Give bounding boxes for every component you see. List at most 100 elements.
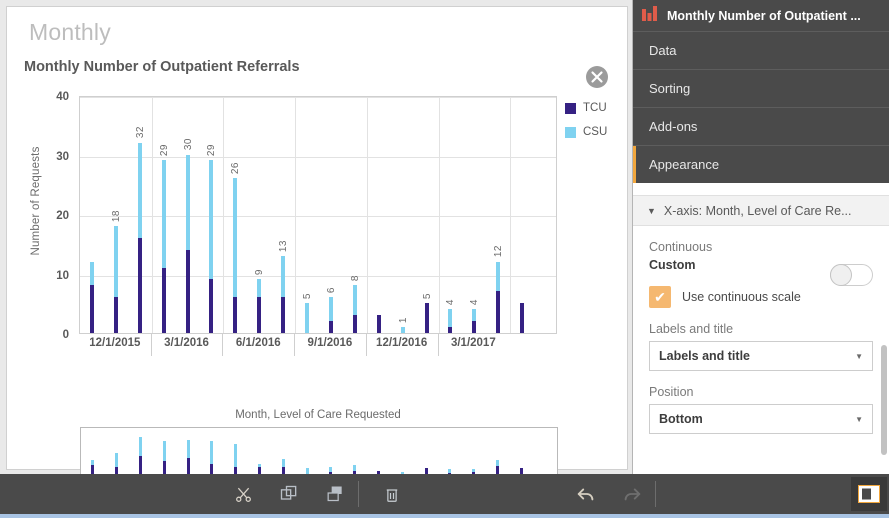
position-select[interactable]: Bottom ▼	[649, 404, 873, 434]
chart-bar[interactable]	[448, 309, 453, 333]
mini-chart-bar	[496, 460, 499, 474]
mini-bar-segment-csu	[115, 453, 119, 468]
x-axis-tick-label: 6/1/2016	[235, 337, 281, 349]
panel-header: Monthly Number of Outpatient ...	[633, 0, 889, 31]
section-header-x-axis[interactable]: ▼ X-axis: Month, Level of Care Re...	[633, 195, 889, 226]
bar-segment-csu	[209, 160, 214, 280]
bar-segment-csu	[233, 178, 238, 298]
mini-bar-segment-tcu	[281, 467, 285, 474]
chart-bar[interactable]	[305, 303, 310, 333]
continuous-toggle[interactable]	[830, 264, 873, 286]
undo-icon[interactable]	[563, 474, 609, 514]
chart-bar[interactable]	[137, 142, 142, 333]
panel-title: Monthly Number of Outpatient ...	[667, 8, 861, 23]
mini-bar-segment-csu	[210, 440, 214, 464]
chart-bar[interactable]	[281, 255, 286, 333]
legend-item-tcu[interactable]: TCU	[565, 102, 607, 114]
chart-bar[interactable]	[352, 285, 357, 333]
bar-value-label: 12	[493, 245, 505, 258]
bar-segment-tcu	[185, 249, 190, 333]
bottom-toolbar	[0, 474, 889, 514]
panel-scrollbar[interactable]	[881, 345, 887, 455]
bar-segment-tcu	[113, 297, 118, 333]
redo-icon[interactable]	[609, 474, 655, 514]
panel-body: ▼ X-axis: Month, Level of Care Re... Con…	[633, 195, 889, 479]
bar-value-label: 18	[110, 209, 122, 222]
app-window: Monthly Monthly Number of Outpatient Ref…	[0, 0, 889, 518]
bar-segment-csu	[281, 255, 286, 298]
legend-swatch	[565, 102, 576, 114]
mini-bar-segment-csu	[448, 469, 452, 473]
chart-bar[interactable]	[496, 261, 501, 333]
use-continuous-scale-row[interactable]: ✔ Use continuous scale	[649, 286, 873, 308]
x-axis-tick-label: 9/1/2016	[307, 337, 353, 349]
bar-segment-tcu	[137, 237, 142, 333]
chart-bar[interactable]	[328, 297, 333, 333]
use-continuous-scale-label: Use continuous scale	[682, 290, 801, 304]
panel-accordion-data[interactable]: Data	[633, 31, 889, 69]
panel-accordion-sorting[interactable]: Sorting	[633, 69, 889, 107]
legend-item-csu[interactable]: CSU	[565, 126, 607, 138]
gridline-vertical	[151, 97, 153, 333]
bar-segment-tcu	[376, 315, 381, 333]
chart-bar[interactable]	[209, 160, 214, 333]
bar-segment-csu	[496, 261, 501, 292]
bar-segment-tcu	[209, 279, 214, 333]
chart-bar[interactable]	[400, 327, 405, 333]
chart-bar[interactable]	[233, 178, 238, 333]
chart-bar[interactable]	[520, 303, 525, 333]
position-label: Position	[649, 385, 694, 399]
bar-value-label: 6	[325, 287, 337, 294]
y-axis-tick-label: 40	[56, 91, 69, 103]
bar-value-label: 4	[445, 299, 457, 306]
continuous-label: Continuous	[649, 240, 713, 254]
accordion-label: Add-ons	[649, 119, 698, 134]
y-axis-ticks: 0 10 20 30 40	[29, 85, 69, 345]
x-axis-separator	[365, 334, 367, 356]
toolbar-divider	[358, 481, 359, 507]
chart-plot-area: Number of Requests 0 10 20 30 40 18 32 29 30 29 2…	[7, 85, 629, 385]
plot-canvas[interactable]: 18 32 29 30 29 26 9 13 5 6 8 1 5 4 4 12	[79, 96, 557, 334]
labels-and-title-select[interactable]: Labels and title ▼	[649, 341, 873, 371]
toggle-knob	[830, 264, 852, 286]
mini-bar-segment-csu	[258, 463, 261, 468]
chart-legend: TCU CSU	[565, 102, 607, 150]
chart-bar[interactable]	[376, 315, 381, 333]
chart-bar[interactable]	[257, 279, 262, 333]
properties-panel: Monthly Number of Outpatient ... Data So…	[632, 0, 889, 479]
mini-bar-segment-csu	[91, 460, 95, 465]
use-continuous-scale-checkbox[interactable]: ✔	[649, 286, 671, 308]
bar-segment-tcu	[89, 285, 94, 333]
mini-chart-bar	[353, 464, 357, 474]
x-axis-separator	[437, 334, 439, 356]
y-axis-tick-label: 30	[56, 150, 69, 163]
toggle-panel-icon[interactable]	[851, 477, 887, 511]
labels-and-title-value: Labels and title	[659, 349, 750, 363]
panel-accordion-addons[interactable]: Add-ons	[633, 107, 889, 145]
bar-segment-csu	[448, 309, 453, 328]
chart-bar[interactable]	[185, 154, 190, 333]
gridline-vertical	[510, 97, 512, 333]
bar-segment-csu	[185, 154, 190, 250]
bar-chart-icon	[642, 5, 659, 26]
mini-chart-bar	[115, 453, 119, 474]
panel-accordion-appearance[interactable]: Appearance	[633, 145, 889, 183]
delete-icon[interactable]	[369, 474, 415, 514]
chart-bar[interactable]	[161, 160, 166, 333]
chart-bar[interactable]	[113, 225, 118, 333]
copy-icon[interactable]	[266, 474, 312, 514]
chart-bar[interactable]	[89, 261, 94, 333]
chart-bar[interactable]	[424, 303, 429, 333]
chart-bar[interactable]	[472, 309, 477, 333]
bar-segment-csu	[257, 279, 262, 298]
chart-title: Monthly Number of Outpatient Referrals	[24, 59, 300, 75]
x-axis-tick-label: 12/1/2015	[89, 337, 141, 349]
mini-navigator[interactable]	[80, 427, 558, 474]
mini-bar-segment-csu	[162, 440, 166, 462]
cut-icon[interactable]	[220, 474, 266, 514]
bar-segment-csu	[305, 303, 310, 333]
sheet-canvas: Monthly Monthly Number of Outpatient Ref…	[6, 6, 629, 474]
paste-icon[interactable]	[312, 474, 358, 514]
bar-segment-tcu	[257, 297, 262, 333]
mini-bar-segment-csu	[472, 469, 476, 472]
